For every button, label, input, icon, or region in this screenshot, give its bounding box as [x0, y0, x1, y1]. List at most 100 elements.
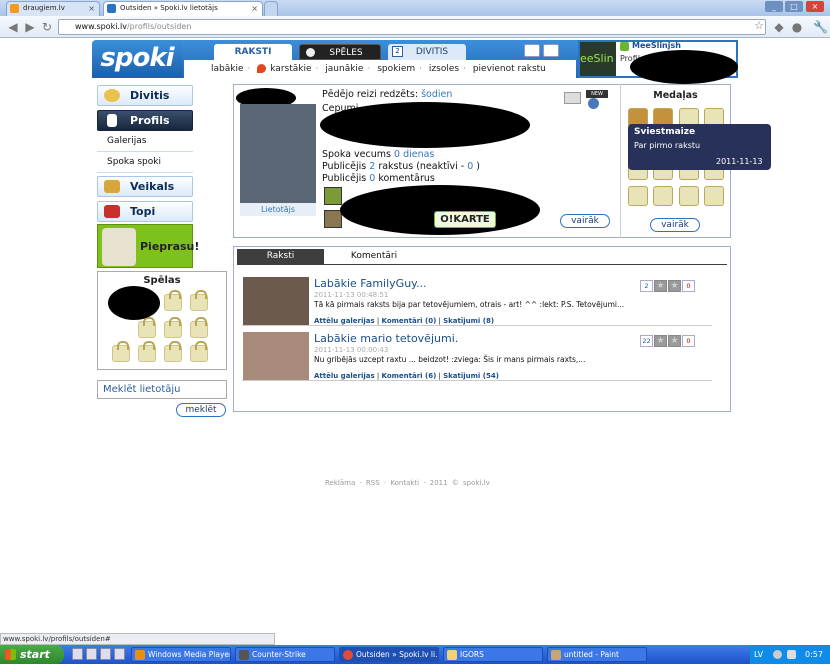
article-row: Labākie FamilyGuy... 2011-11-13 00:48:51… — [242, 276, 712, 326]
views-link[interactable]: Skatījumi (8) — [443, 317, 494, 325]
taskbar-windows-media-player[interactable]: Windows Media Player — [131, 647, 231, 662]
label: Publicējis — [322, 173, 367, 184]
subnav-labakie[interactable]: labākie — [211, 64, 244, 74]
taskbar-chrome[interactable]: Outsiden » Spoki.lv li... — [339, 647, 439, 662]
taskbar-paint[interactable]: untitled - Paint — [547, 647, 647, 662]
games-box: Spēlas — [97, 271, 227, 370]
sidebar-label: Divitis — [130, 89, 170, 102]
content-box — [233, 246, 731, 412]
gallery-link[interactable]: Attēlu galerijas — [314, 372, 375, 380]
lock-icon[interactable] — [653, 186, 673, 206]
browser-tab-draugiem[interactable]: draugiem.lv × — [6, 1, 100, 16]
user-avatar[interactable]: eeSlin — [580, 42, 616, 76]
friend-avatar[interactable] — [324, 187, 342, 205]
list-view-icon[interactable] — [524, 44, 540, 57]
subnav-pievienot-rakstu[interactable]: pievienot rakstu — [473, 64, 546, 74]
views-link[interactable]: Skatījumi (54) — [443, 372, 499, 380]
sidebar-galerijas[interactable]: Galerijas — [97, 131, 193, 152]
tab-speles[interactable]: SPĒLES — [299, 44, 381, 60]
close-icon[interactable]: × — [251, 2, 258, 15]
forward-icon[interactable]: ▶ — [23, 20, 37, 34]
close-icon[interactable]: × — [88, 2, 95, 15]
pieprasu-banner[interactable]: Pieprasu! — [97, 224, 199, 268]
profile-more-button[interactable]: vairāk — [560, 214, 610, 228]
folder-icon — [447, 650, 457, 660]
lock-icon[interactable] — [628, 186, 648, 206]
subnav-karstakie[interactable]: karstākie — [270, 64, 311, 74]
back-icon[interactable]: ◀ — [6, 20, 20, 34]
sidebar-profils[interactable]: Profils — [97, 110, 193, 131]
new-tab-button[interactable] — [264, 1, 278, 16]
article-thumbnail[interactable] — [243, 332, 309, 380]
bookmark-star-icon[interactable]: ☆ — [752, 19, 766, 33]
quicklaunch-icon[interactable] — [86, 648, 97, 660]
star-icon[interactable]: ★ — [668, 335, 681, 347]
redacted-scribble — [108, 286, 160, 320]
lock-icon — [190, 317, 208, 338]
address-bar[interactable]: www.spoki.lv/profils/outsiden — [58, 19, 766, 35]
subnav-izsoles[interactable]: izsoles — [429, 64, 459, 74]
friend-avatar[interactable] — [324, 210, 342, 228]
start-button[interactable]: start — [0, 645, 64, 664]
lock-icon[interactable] — [679, 186, 699, 206]
tab-divitis[interactable]: 2 DIVITIS — [388, 44, 466, 60]
browser-tab-spoki[interactable]: Outsiden » Spoki.lv lietotājs × — [103, 1, 263, 16]
extension-icon[interactable]: ● — [790, 20, 804, 34]
sidebar-divitis[interactable]: Divitis — [97, 85, 193, 106]
tooltip-title: Sviestmaize — [634, 127, 696, 137]
tab-underline — [237, 264, 727, 265]
tab-raksti[interactable]: RAKSTI — [214, 44, 292, 60]
paint-icon — [551, 650, 561, 660]
footer[interactable]: Reklāma · RSS · Kontakti · 2011 © spoki.… — [325, 479, 625, 487]
okarte-badge[interactable]: O!KARTE — [434, 211, 496, 228]
comments-link[interactable]: Komentāri (0) — [382, 317, 437, 325]
search-button[interactable]: meklēt — [176, 403, 226, 417]
article-links: Attēlu galerijas | Komentāri (0) | Skatī… — [314, 317, 495, 325]
tray-icon[interactable] — [773, 650, 782, 659]
volume-icon[interactable] — [787, 650, 796, 659]
gallery-link[interactable]: Attēlu galerijas — [314, 317, 375, 325]
minimize-button[interactable]: _ — [765, 1, 783, 12]
sidebar-label: Topi — [130, 205, 156, 218]
quicklaunch-icon[interactable] — [72, 648, 83, 660]
subnav-jaunakie[interactable]: jaunākie — [325, 64, 363, 74]
extension-icon[interactable]: ◆ — [772, 20, 786, 34]
sidebar-topi[interactable]: Topi — [97, 201, 193, 222]
article-title[interactable]: Labākie mario tetovējumi. — [314, 332, 458, 345]
sidebar-veikals[interactable]: Veikals — [97, 176, 193, 197]
taskbar-counter-strike[interactable]: Counter-Strike — [235, 647, 335, 662]
label: rakstus (neaktīvi - — [378, 161, 465, 172]
article-thumbnail[interactable] — [243, 277, 309, 325]
taskbar-label: Windows Media Player — [148, 650, 231, 659]
maximize-button[interactable]: □ — [785, 1, 803, 12]
close-window-button[interactable]: × — [806, 1, 824, 12]
sidebar-label: Profils — [130, 114, 170, 127]
user-icon — [620, 42, 629, 51]
redacted-scribble — [320, 102, 530, 148]
fire-icon — [257, 64, 267, 73]
user-search-input[interactable]: Meklēt lietotāju — [97, 380, 227, 399]
quicklaunch-icon[interactable] — [100, 648, 111, 660]
medals-more-button[interactable]: vairāk — [650, 218, 700, 232]
mail-icon[interactable] — [564, 92, 581, 104]
tab-raksti-content[interactable]: Raksti — [237, 249, 324, 264]
article-title[interactable]: Labākie FamilyGuy... — [314, 277, 427, 290]
tab-komentari[interactable]: Komentāri — [324, 249, 424, 264]
subnav-spokiem[interactable]: spokiem — [377, 64, 415, 74]
star-icon[interactable]: ★ — [668, 280, 681, 292]
language-indicator[interactable]: LV — [754, 645, 763, 664]
lock-icon[interactable] — [704, 186, 724, 206]
comments-link[interactable]: Komentāri (6) — [382, 372, 437, 380]
system-tray: LV 0:57 — [750, 645, 830, 664]
taskbar-igors[interactable]: IGORS — [443, 647, 543, 662]
quicklaunch-icon[interactable] — [114, 648, 125, 660]
grid-view-icon[interactable] — [543, 44, 559, 57]
star-icon[interactable]: ★ — [654, 280, 667, 292]
spoki-logo[interactable]: spoki — [92, 40, 182, 78]
reload-icon[interactable]: ↻ — [40, 20, 54, 34]
wrench-icon[interactable]: 🔧 — [813, 20, 828, 34]
tab-title: draugiem.lv — [23, 4, 65, 12]
sidebar-spoka-spoki[interactable]: Spoka spoki — [97, 152, 193, 173]
star-icon[interactable]: ★ — [654, 335, 667, 347]
user-name[interactable]: MeeSlinjsh — [632, 41, 681, 50]
